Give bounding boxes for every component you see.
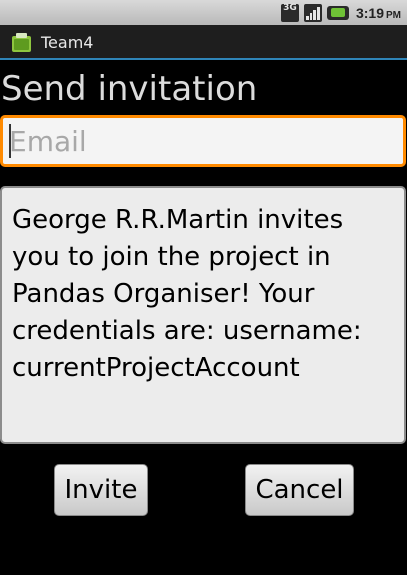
page-title: Send invitation bbox=[1, 69, 258, 109]
invite-button[interactable]: Invite bbox=[54, 464, 148, 516]
status-bar: 3G 3:19 PM bbox=[0, 0, 407, 25]
text-caret bbox=[9, 124, 11, 158]
title-bar: Team4 bbox=[0, 25, 407, 60]
status-clock: 3:19 bbox=[355, 4, 384, 21]
invitation-message-field[interactable]: George R.R.Martin invites you to join th… bbox=[0, 186, 406, 444]
network-label: 3G bbox=[283, 2, 297, 13]
status-time: 3:19 PM bbox=[354, 5, 401, 21]
app-title: Team4 bbox=[41, 33, 94, 52]
battery-icon bbox=[326, 5, 349, 20]
cancel-button[interactable]: Cancel bbox=[245, 464, 354, 516]
email-field[interactable] bbox=[0, 115, 406, 167]
3g-icon: 3G bbox=[280, 2, 299, 22]
status-ampm: PM bbox=[386, 9, 401, 21]
signal-icon bbox=[303, 3, 322, 22]
status-icons: 3G 3:19 PM bbox=[280, 2, 401, 22]
android-app-icon bbox=[12, 33, 31, 52]
